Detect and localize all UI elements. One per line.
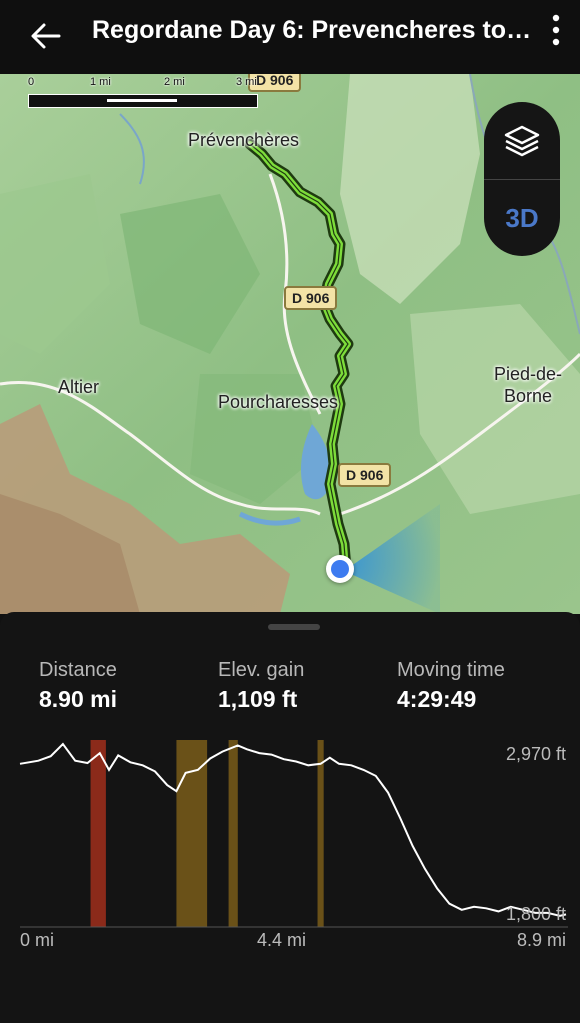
stat-elev-gain-label: Elev. gain [218,659,305,681]
layers-button[interactable] [484,102,560,179]
stat-elev-gain: Elev. gain 1,109 ft [218,658,304,714]
stat-moving-time-label: Moving time [397,659,505,681]
map-scale-bar: 0 1 mi 2 mi 3 mi [28,74,268,114]
steep-segment-0 [90,740,106,927]
route-title: Regordane Day 6: Prevencheres to Villefo… [92,16,532,44]
scale-label-2: 2 mi [164,76,185,88]
layers-icon [504,125,540,156]
top-app-bar: Regordane Day 6: Prevencheres to Villefo… [0,0,580,74]
place-prevencheres: Prévenchères [188,130,300,150]
stats-bottom-sheet: Distance 8.90 mi Elev. gain 1,109 ft Mov… [0,612,580,1023]
more-vertical-icon [552,14,560,46]
arrow-left-icon [31,23,61,49]
3d-toggle-button[interactable]: 3D [484,180,560,256]
stat-distance-label: Distance [39,659,117,681]
back-button[interactable] [24,14,68,58]
stat-moving-time: Moving time 4:29:49 [397,658,505,714]
y-tick-min: 1,800 ft [505,904,566,924]
scale-bar-graphic [28,94,258,108]
stat-distance: Distance 8.90 mi [39,658,117,714]
place-pied-de-borne-line1: Pied-de- [494,364,563,384]
scale-label-0: 0 [28,76,35,88]
x-tick-end: 8.9 mi [516,930,566,950]
steep-segment-1 [176,740,208,927]
map-controls: 3D [484,102,560,256]
sheet-drag-handle[interactable] [268,624,320,630]
place-pourcharesses: Pourcharesses [218,392,339,412]
scale-label-1: 1 mi [90,76,111,88]
stat-moving-time-value: 4:29:49 [397,686,477,712]
road-shield: D 906 [338,463,392,487]
place-pied-de-borne: Pied-de- Borne [494,363,562,407]
place-pied-de-borne-line2: Borne [504,386,553,406]
scale-label-3: 3 mi [236,76,257,88]
x-tick-mid: 4.4 mi [257,930,307,950]
x-tick-start: 0 mi [20,930,55,950]
stat-elev-gain-value: 1,109 ft [218,686,298,712]
y-tick-max: 2,970 ft [505,744,566,764]
more-options-button[interactable] [546,12,566,52]
steep-segment-3 [317,740,324,927]
current-location-marker [326,555,354,583]
place-altier: Altier [58,377,100,397]
elevation-chart-svg [19,740,568,928]
steep-segment-2 [228,740,238,927]
stat-distance-value: 8.90 mi [39,686,117,712]
elevation-profile-chart[interactable]: 2,970 ft 1,800 ft 0 mi 4.4 mi 8.9 mi [0,730,580,960]
road-shield: D 906 [284,286,338,310]
